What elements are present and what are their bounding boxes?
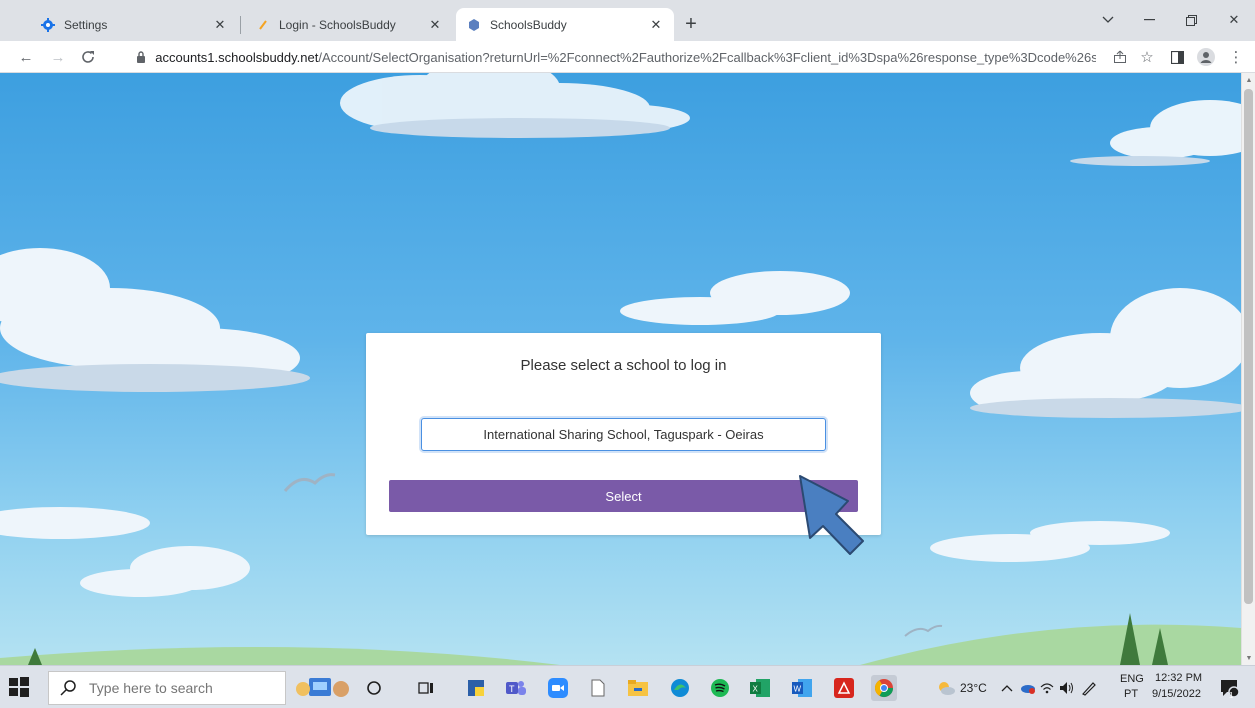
tab-title: Settings xyxy=(64,17,108,32)
file-explorer-icon[interactable] xyxy=(625,675,651,701)
windows-start-icon[interactable] xyxy=(8,676,30,698)
tab-search-chevron-icon[interactable] xyxy=(1094,8,1122,32)
close-icon[interactable]: ✕ xyxy=(212,17,228,33)
bookmark-star-icon[interactable]: ☆ xyxy=(1135,45,1159,69)
profile-avatar-icon[interactable] xyxy=(1194,45,1218,69)
url-text: accounts1.schoolsbuddy.net/Account/Selec… xyxy=(155,50,1096,65)
window-close-icon[interactable]: ✕ xyxy=(1220,8,1248,32)
task-view-icon[interactable] xyxy=(413,675,439,701)
taskbar-search-input[interactable] xyxy=(89,680,269,696)
lock-icon[interactable] xyxy=(136,50,149,64)
new-tab-button[interactable]: + xyxy=(679,12,703,36)
notification-count: 1 xyxy=(1229,691,1234,700)
tab-login-schoolsbuddy[interactable]: Login - SchoolsBuddy ✕ xyxy=(245,8,453,41)
scroll-thumb[interactable] xyxy=(1244,89,1253,604)
school-input[interactable] xyxy=(421,418,826,451)
forward-arrow-icon[interactable]: → xyxy=(46,45,70,69)
svg-text:W: W xyxy=(794,685,802,694)
acrobat-icon[interactable] xyxy=(831,675,857,701)
edge-icon[interactable] xyxy=(667,675,693,701)
address-bar[interactable]: accounts1.schoolsbuddy.net/Account/Selec… xyxy=(136,44,1096,70)
close-icon[interactable]: ✕ xyxy=(427,17,443,33)
tab-strip: Settings ✕ Login - SchoolsBuddy ✕ School… xyxy=(0,0,1255,41)
browser-toolbar: ← → accounts1.schoolsbuddy.net/Account/S… xyxy=(0,41,1255,73)
page-viewport: Please select a school to log in Select xyxy=(0,73,1241,665)
close-icon[interactable]: ✕ xyxy=(648,17,664,33)
scroll-down-icon[interactable]: ▼ xyxy=(1242,651,1255,665)
weather-temperature[interactable]: 23°C xyxy=(960,681,987,695)
url-host: accounts1.schoolsbuddy.net xyxy=(155,49,319,65)
spotify-icon[interactable] xyxy=(707,675,733,701)
language-code[interactable]: ENG xyxy=(1120,673,1144,685)
kebab-menu-icon[interactable]: ⋮ xyxy=(1224,45,1248,69)
notification-icon[interactable]: 1 xyxy=(1216,675,1242,701)
clock-time[interactable]: 12:32 PM xyxy=(1155,672,1202,684)
chrome-icon[interactable] xyxy=(871,675,897,701)
file-icon[interactable] xyxy=(585,675,611,701)
teams-icon[interactable]: T xyxy=(503,675,529,701)
reload-icon[interactable] xyxy=(76,45,100,69)
share-icon[interactable] xyxy=(1108,45,1132,69)
pen-icon[interactable] xyxy=(1076,675,1102,701)
svg-text:T: T xyxy=(509,684,515,694)
sticky-notes-icon[interactable] xyxy=(463,675,489,701)
back-arrow-icon[interactable]: ← xyxy=(14,45,38,69)
taskbar-search[interactable] xyxy=(48,671,286,705)
weather-icon[interactable] xyxy=(933,675,959,701)
url-path: /Account/SelectOrganisation?returnUrl=%2… xyxy=(318,49,1096,65)
pointer-arrow-annotation xyxy=(799,475,864,555)
tab-title: SchoolsBuddy xyxy=(490,17,567,32)
vertical-scrollbar[interactable]: ▲ ▼ xyxy=(1241,73,1255,665)
tab-schoolsbuddy[interactable]: SchoolsBuddy ✕ xyxy=(456,8,674,41)
schoolsbuddy-favicon-icon xyxy=(255,17,271,33)
gear-icon xyxy=(40,17,56,33)
scroll-up-icon[interactable]: ▲ xyxy=(1242,73,1255,87)
svg-text:X: X xyxy=(753,685,759,694)
word-icon[interactable]: W xyxy=(789,675,815,701)
side-panel-icon[interactable] xyxy=(1165,45,1189,69)
windows-taskbar: T X W 23°C ENG PT 12:3 xyxy=(0,665,1255,708)
minimize-icon[interactable] xyxy=(1135,8,1163,32)
card-title: Please select a school to log in xyxy=(520,357,727,374)
tab-settings[interactable]: Settings ✕ xyxy=(30,8,238,41)
tab-title: Login - SchoolsBuddy xyxy=(279,17,396,32)
keyboard-layout[interactable]: PT xyxy=(1124,688,1138,700)
zoom-icon[interactable] xyxy=(545,675,571,701)
tab-separator xyxy=(240,16,241,34)
schoolsbuddy-favicon-icon xyxy=(466,17,482,33)
cortana-icon[interactable] xyxy=(361,675,387,701)
excel-icon[interactable]: X xyxy=(747,675,773,701)
restore-icon[interactable] xyxy=(1177,8,1205,32)
clock-date[interactable]: 9/15/2022 xyxy=(1152,688,1201,700)
search-icon xyxy=(59,679,77,697)
news-widget-icon[interactable] xyxy=(295,675,351,701)
